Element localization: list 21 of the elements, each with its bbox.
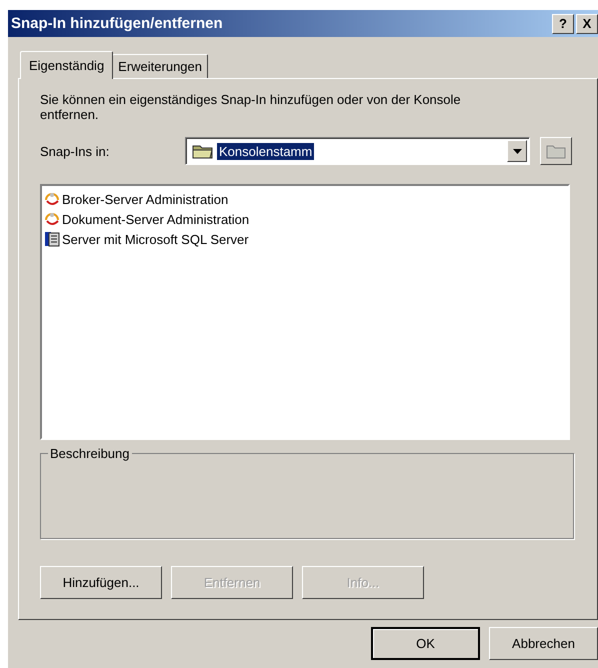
field-label: Snap-Ins in: — [40, 144, 110, 158]
snapins-dropdown[interactable]: Konsolenstamm — [185, 137, 530, 165]
list-item[interactable]: Server mit Microsoft SQL Server — [62, 232, 249, 246]
folder-icon — [192, 143, 214, 159]
server-icon — [44, 231, 60, 247]
folder-icon — [546, 143, 566, 159]
list-item[interactable]: Dokument-Server Administration — [62, 212, 250, 226]
dialog-button[interactable]: OK — [371, 627, 480, 660]
list-item[interactable]: Broker-Server Administration — [62, 192, 228, 206]
tools-icon — [44, 211, 60, 227]
tab[interactable]: Erweiterungen — [112, 54, 208, 78]
action-button[interactable]: Hinzufügen... — [40, 566, 162, 599]
title-bar-button[interactable]: X — [576, 14, 598, 34]
group-label: Beschreibung — [48, 446, 132, 461]
title-bar-button[interactable]: ? — [552, 14, 574, 34]
selected-value: Konsolenstamm — [217, 142, 314, 160]
tools-icon — [44, 191, 60, 207]
intro-text: Sie können ein eigenständiges Snap-In hinzufügen oder von der Konsole entfernen. — [40, 92, 462, 122]
dialog-button[interactable]: Abbrechen — [489, 627, 598, 660]
window-title: Snap-In hinzufügen/entfernen — [11, 15, 223, 32]
tab[interactable]: Eigenständig — [20, 51, 114, 79]
